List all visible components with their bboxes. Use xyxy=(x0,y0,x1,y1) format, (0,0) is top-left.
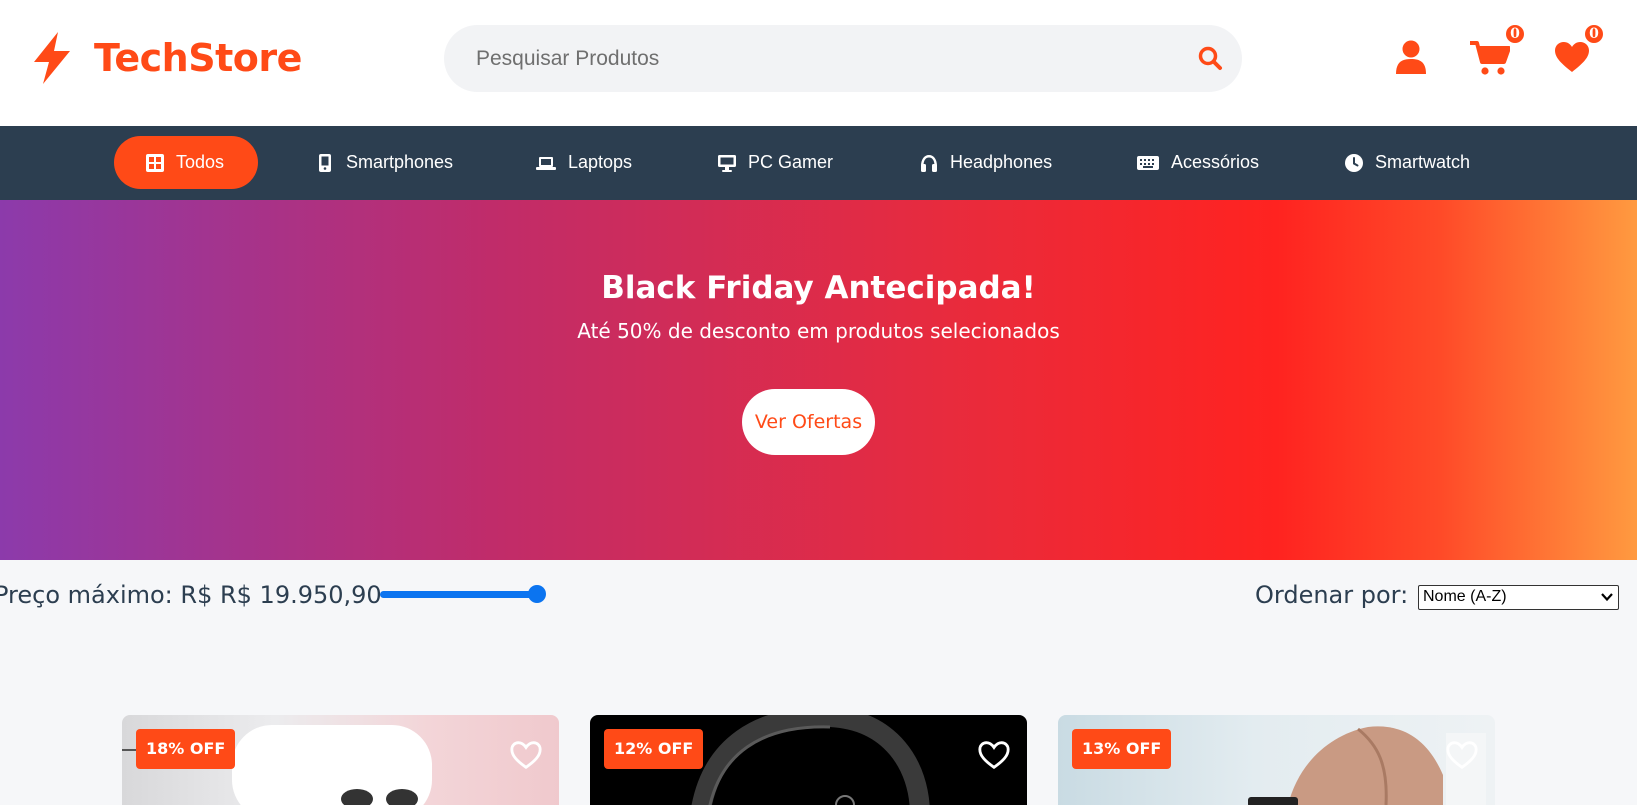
heart-icon[interactable] xyxy=(1554,41,1590,73)
heart-outline-icon[interactable] xyxy=(509,739,543,771)
tab-pc-gamer[interactable]: PC Gamer xyxy=(718,136,833,189)
tab-label: Todos xyxy=(176,152,225,172)
discount-badge: 18% OFF xyxy=(136,729,236,769)
search-bar xyxy=(444,25,1242,92)
sort-select[interactable]: Nome (A-Z) xyxy=(1418,585,1619,610)
product-card[interactable]: 12% OFF xyxy=(590,715,1027,805)
search-input[interactable] xyxy=(476,25,1176,92)
site-header: TechStore 0 0 xyxy=(0,0,1637,126)
user-icon[interactable] xyxy=(1396,40,1426,74)
clock-icon xyxy=(1345,153,1363,172)
price-slider[interactable] xyxy=(380,583,550,605)
laptop-icon xyxy=(536,156,556,170)
tab-label: Laptops xyxy=(568,152,633,172)
view-offers-button[interactable]: Ver Ofertas xyxy=(742,389,875,455)
price-filter-label: Preço máximo: R$ R$ 19.950,90 xyxy=(0,581,382,609)
heart-outline-icon[interactable] xyxy=(1445,739,1479,771)
tab-label: Smartwatch xyxy=(1375,152,1471,172)
logo[interactable]: TechStore xyxy=(30,32,302,84)
brand-name: TechStore xyxy=(94,36,302,80)
cart-icon[interactable] xyxy=(1470,40,1510,76)
tab-label: Headphones xyxy=(950,152,1053,172)
banner-subtitle: Até 50% de desconto em produtos selecion… xyxy=(577,319,1060,343)
tab-todos[interactable]: Todos xyxy=(114,136,258,189)
promo-banner xyxy=(0,200,1637,560)
tab-laptops[interactable]: Laptops xyxy=(536,136,632,189)
tab-smartwatch[interactable]: Smartwatch xyxy=(1345,136,1470,189)
product-card[interactable]: 18% OFF xyxy=(122,715,559,805)
bolt-icon xyxy=(34,32,70,84)
headphones-icon xyxy=(921,154,937,172)
slider-handle[interactable] xyxy=(528,585,546,603)
discount-badge: 12% OFF xyxy=(604,729,704,769)
tab-headphones[interactable]: Headphones xyxy=(920,136,1052,189)
search-icon[interactable] xyxy=(1197,45,1223,71)
discount-badge: 13% OFF xyxy=(1072,729,1172,769)
tab-acessorios[interactable]: Acessórios xyxy=(1137,136,1259,189)
category-nav: Todos Smartphones Laptops PC Gamer Headp… xyxy=(0,126,1637,200)
tab-smartphones[interactable]: Smartphones xyxy=(316,136,453,189)
tab-label: PC Gamer xyxy=(748,152,834,172)
product-card[interactable]: 13% OFF xyxy=(1058,715,1495,805)
heart-outline-icon[interactable] xyxy=(977,739,1011,771)
mobile-icon xyxy=(319,153,331,172)
chevron-down-icon xyxy=(1601,593,1613,602)
grid-icon xyxy=(146,153,164,172)
tab-label: Acessórios xyxy=(1171,152,1260,172)
tab-label: Smartphones xyxy=(346,152,454,172)
desktop-icon xyxy=(718,154,736,172)
wishlist-count-badge: 0 xyxy=(1583,23,1605,45)
sort-selected-value: Nome (A-Z) xyxy=(1423,588,1507,605)
cart-count-badge: 0 xyxy=(1504,23,1526,45)
keyboard-icon xyxy=(1137,155,1159,170)
banner-title: Black Friday Antecipada! xyxy=(601,270,1036,306)
slider-track xyxy=(380,591,542,598)
sort-label: Ordenar por: xyxy=(1255,581,1409,609)
